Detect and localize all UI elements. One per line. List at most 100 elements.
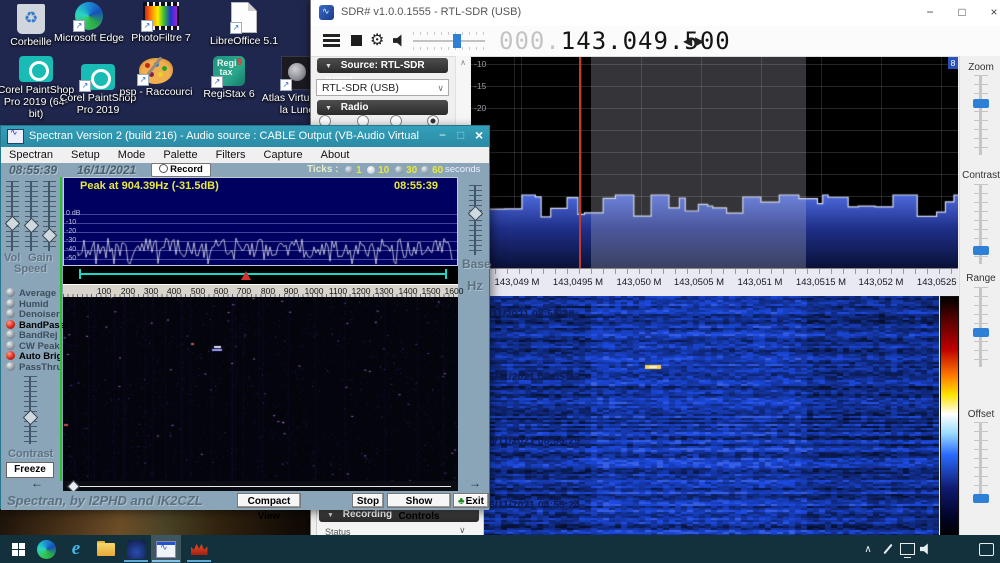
spectran-app-icon: ∿ <box>7 129 24 144</box>
desktop-icon-label: psp - Raccourci <box>117 86 195 98</box>
scroll-left-arrow-icon[interactable]: ← <box>31 476 43 490</box>
source-panel-header[interactable]: ▼ Source: RTL-SDR (USB) <box>317 58 448 73</box>
close-button[interactable]: × <box>475 127 483 143</box>
edge-icon: ↗ <box>75 2 103 30</box>
ticks-option-30[interactable]: 30 <box>395 164 417 176</box>
zoom-slider[interactable] <box>974 75 988 155</box>
start-button[interactable] <box>4 535 32 563</box>
dropdown-chevron-icon: ∨ <box>437 80 444 96</box>
compact-view-button[interactable]: Compact View <box>237 493 301 508</box>
maximize-button[interactable]: □ <box>951 3 973 21</box>
radio-panel-header[interactable]: ▼ Radio <box>317 100 448 115</box>
rf-waterfall-display[interactable]: 6/11/2021 08:55:38 16/11/2021 08:55:33 1… <box>471 296 939 535</box>
volume-slider[interactable] <box>413 32 485 50</box>
minimize-button[interactable]: − <box>919 3 941 21</box>
action-center-icon[interactable] <box>972 535 1000 563</box>
ruler-label: 1600 <box>445 286 464 296</box>
sdrsharp-titlebar[interactable]: ∿ SDR# v1.0.0.1555 - RTL-SDR (USB) − □ × <box>311 0 1000 27</box>
taskbar-edge[interactable] <box>32 535 60 563</box>
bandpass-range-line[interactable] <box>79 273 447 275</box>
filter-band-selection[interactable] <box>591 57 806 268</box>
audio-frequency-ruler: 100 200 300 400 500 600 700 800 900 1000… <box>63 284 458 298</box>
desktop-icon-photofiltre[interactable]: ↗ PhotoFiltre 7 <box>122 2 200 44</box>
taskbar-ie[interactable]: e <box>62 535 90 563</box>
menu-spectran[interactable]: Spectran <box>9 149 53 161</box>
close-button[interactable]: × <box>983 3 1000 21</box>
filter-humid[interactable]: Humid <box>6 299 49 309</box>
offset-slider[interactable] <box>974 422 988 502</box>
menu-capture[interactable]: Capture <box>264 149 303 161</box>
gain-slider[interactable] <box>25 181 38 251</box>
record-checkbox[interactable]: Record <box>151 163 211 177</box>
frequency-scale[interactable]: 143,049 M 143,0495 M 143,050 M 143,0505 … <box>471 268 958 297</box>
freq-tick-label: 143,051 M <box>738 277 783 288</box>
filter-bandpass[interactable]: BandPass <box>6 320 65 330</box>
spectran-titlebar[interactable]: ∿ Spectran Version 2 (build 216) - Audio… <box>1 126 489 147</box>
menu-hamburger-icon[interactable] <box>323 34 340 47</box>
filter-autobrig[interactable]: Auto Brig <box>6 351 62 361</box>
desktop-icon-label: LibreOffice 5.1 <box>205 35 283 47</box>
desktop-icon-edge[interactable]: ↗ Microsoft Edge <box>50 2 128 44</box>
rf-spectrum-display[interactable]: 8 <box>471 57 958 268</box>
bandpass-marker-strip[interactable] <box>63 266 458 284</box>
date-text: 16/11/2021 <box>77 163 136 177</box>
ruler-label: 1500 <box>422 286 441 296</box>
taskbar-sdrsharp[interactable] <box>122 535 150 563</box>
taskbar-psp[interactable] <box>185 535 213 563</box>
menu-mode[interactable]: Mode <box>118 149 146 161</box>
minimize-button[interactable]: − <box>439 128 446 142</box>
filter-denoiser[interactable]: Denoiser <box>6 309 60 319</box>
contrast-slider-handle[interactable] <box>973 246 989 255</box>
show-controls-button[interactable]: Show Controls <box>387 493 451 508</box>
exit-button[interactable]: ♣Exit <box>453 493 489 508</box>
menu-about[interactable]: About <box>321 149 350 161</box>
tune-step-right-icon[interactable]: ▶ <box>695 34 704 48</box>
freeze-button[interactable]: Freeze <box>6 462 54 478</box>
volume-slider-handle[interactable] <box>453 34 461 48</box>
photofiltre-icon: ↗ <box>143 2 179 30</box>
waterfall-timestamp: 16/11/2021 08:55:24 <box>483 499 580 511</box>
menu-setup[interactable]: Setup <box>71 149 100 161</box>
ticks-option-1[interactable]: 1 <box>345 164 362 176</box>
scroll-up-icon[interactable]: ∧ <box>456 56 470 70</box>
maximize-button[interactable]: □ <box>457 128 464 142</box>
ruler-label: 500 <box>191 286 205 296</box>
filter-bandrej[interactable]: BandRej <box>6 330 58 340</box>
stop-button[interactable] <box>351 35 362 46</box>
taskbar-explorer[interactable] <box>92 535 120 563</box>
zoom-slider-handle[interactable] <box>973 99 989 108</box>
audio-spectrum-display[interactable]: Peak at 904.39Hz (-31.5dB) 08:55:39 0 dB… <box>63 177 458 266</box>
taskbar: e ∿ ∧ <box>0 535 1000 563</box>
statusbar-credit: Spectran, by I2PHD and IK2CZL <box>7 493 203 508</box>
tray-volume-icon[interactable] <box>912 535 940 563</box>
scroll-right-arrow-icon[interactable]: → <box>469 476 481 490</box>
settings-gear-icon[interactable]: ⚙ <box>370 30 384 50</box>
filter-passthru[interactable]: PassThru <box>6 362 62 372</box>
tune-step-left-icon[interactable]: ◀ <box>683 34 692 48</box>
source-dropdown[interactable]: RTL-SDR (USB) ∨ <box>316 79 449 96</box>
desktop-icon-psp[interactable]: ↗ psp - Raccourci <box>117 58 195 98</box>
range-slider-handle[interactable] <box>973 328 989 337</box>
tuning-marker-icon[interactable] <box>241 271 251 280</box>
offset-slider-handle[interactable] <box>973 494 989 503</box>
palette-icon: ↗ <box>139 58 173 84</box>
desktop-icon-libreoffice[interactable]: ↗ LibreOffice 5.1 <box>205 2 283 47</box>
menu-palette[interactable]: Palette <box>163 149 197 161</box>
waterfall-hscrollbar[interactable] <box>63 481 458 491</box>
menu-filters[interactable]: Filters <box>216 149 246 161</box>
stop-button[interactable]: Stop <box>352 493 384 508</box>
taskbar-spectran-active[interactable]: ∿ <box>151 535 181 563</box>
filter-average[interactable]: Average <box>6 288 56 298</box>
speaker-icon[interactable] <box>393 34 406 47</box>
ticks-option-60[interactable]: 60 <box>421 164 443 176</box>
audio-waterfall-display[interactable] <box>63 297 458 481</box>
freq-tick-label: 143,0515 M <box>796 277 846 288</box>
filter-cwpeak[interactable]: CW Peak <box>6 341 60 351</box>
sdrsharp-app-icon: ∿ <box>319 5 334 20</box>
range-slider[interactable] <box>974 287 988 367</box>
audio-waterfall-canvas <box>63 297 458 481</box>
crown-icon <box>191 543 208 555</box>
desktop-icon-registax[interactable]: Regi tax 6 ↗ RegiStax 6 <box>190 56 268 100</box>
frequency-prefix: 000. <box>499 27 561 55</box>
ticks-option-10[interactable]: 10 <box>367 164 389 176</box>
